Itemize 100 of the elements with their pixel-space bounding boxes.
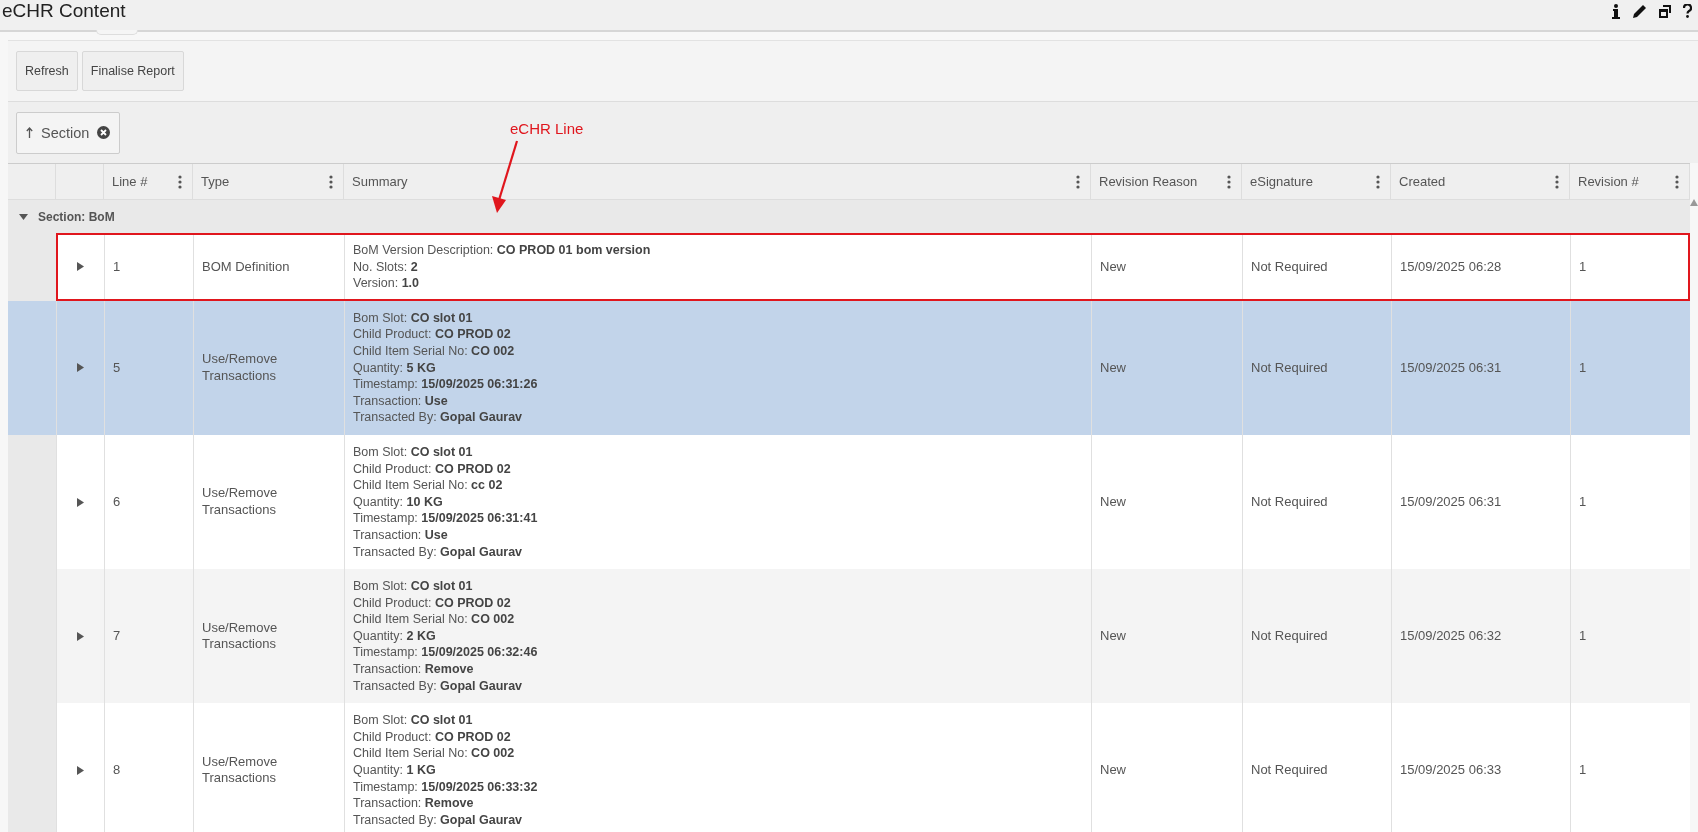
- remove-icon[interactable]: [97, 126, 111, 139]
- table-cell: 6: [113, 493, 121, 511]
- group-chip[interactable]: Section: [16, 111, 121, 154]
- column-menu-icon[interactable]: [1227, 174, 1231, 189]
- table-cell: 7: [113, 627, 121, 645]
- table-cell: 15/09/2025 06:31: [1400, 493, 1502, 511]
- collapse-icon[interactable]: [19, 212, 28, 221]
- summary-line: Child Item Serial No: CO 002: [353, 342, 515, 360]
- column-header[interactable]: Line #: [112, 174, 148, 189]
- table-cell: 15/09/2025 06:32: [1400, 627, 1502, 645]
- summary-line: Transacted By: Gopal Gaurav: [353, 677, 523, 695]
- expand-icon[interactable]: [77, 765, 84, 775]
- scroll-up-icon[interactable]: [1690, 199, 1698, 206]
- column-menu-icon[interactable]: [329, 174, 333, 189]
- summary-line: Transaction: Use: [353, 392, 448, 410]
- table-cell: 1: [113, 258, 121, 276]
- summary-line: Transacted By: Gopal Gaurav: [353, 409, 523, 426]
- sort-up-icon: [26, 127, 33, 138]
- table-cell: Not Required: [1251, 359, 1328, 377]
- column-header[interactable]: Revision #: [1578, 174, 1639, 189]
- column-header[interactable]: Revision Reason: [1099, 174, 1198, 189]
- summary-line: Transaction: Remove: [353, 661, 474, 678]
- summary-line: Quantity: 5 KG: [353, 359, 436, 377]
- group-row[interactable]: Section: BoM: [8, 200, 1690, 233]
- column-header[interactable]: Type: [201, 174, 230, 189]
- table-cell: 15/09/2025 06:28: [1400, 258, 1502, 276]
- table-cell: Not Required: [1251, 258, 1328, 276]
- summary-line: Timestamp: 15/09/2025 06:31:41: [353, 510, 538, 527]
- column-header[interactable]: Summary: [352, 174, 408, 189]
- summary-line: Child Item Serial No: cc 02: [353, 477, 503, 494]
- table-cell: 1: [1579, 627, 1587, 645]
- row-gutter: [8, 233, 56, 301]
- table-cell: 15/09/2025 06:31: [1400, 359, 1502, 377]
- table-cell: New: [1100, 762, 1126, 779]
- annotation-label: eCHR Line: [510, 120, 584, 137]
- summary-line: Quantity: 1 KG: [353, 762, 436, 779]
- summary-line: Child Product: CO PROD 02: [353, 326, 511, 343]
- summary-line: Transaction: Use: [353, 526, 448, 544]
- summary-line: Timestamp: 15/09/2025 06:32:46: [353, 644, 538, 662]
- summary-line: Transaction: Remove: [353, 795, 474, 812]
- table-cell: New: [1100, 493, 1126, 511]
- summary-line: Transacted By: Gopal Gaurav: [353, 811, 523, 829]
- table-cell: 5: [113, 359, 121, 377]
- table-cell: New: [1100, 627, 1126, 645]
- table-cell: 1: [1579, 258, 1587, 276]
- table-cell-text: Use/Remove Transactions: [202, 619, 279, 653]
- table-cell: BOM Definition: [202, 258, 290, 276]
- summary-line: Quantity: 2 KG: [353, 627, 436, 645]
- column-menu-icon[interactable]: [1555, 174, 1559, 189]
- summary-line: Child Product: CO PROD 02: [353, 728, 511, 746]
- pencil-icon[interactable]: [1632, 3, 1647, 19]
- tab-handle[interactable]: [96, 30, 138, 35]
- expand-icon[interactable]: [77, 262, 84, 272]
- restore-window-icon[interactable]: [1659, 4, 1671, 18]
- table-cell-text: Use/Remove Transactions: [202, 753, 279, 787]
- column-menu-icon[interactable]: [1675, 174, 1679, 189]
- table-cell: 1: [1579, 493, 1587, 511]
- chip-label: Section: [41, 124, 90, 141]
- table-cell: 1: [1579, 762, 1587, 779]
- toolbar-button[interactable]: Refresh: [16, 51, 78, 91]
- expand-icon[interactable]: [77, 497, 84, 507]
- summary-line: No. Slots: 2: [353, 258, 418, 276]
- column-menu-icon[interactable]: [178, 174, 182, 189]
- table-cell: Not Required: [1251, 627, 1328, 645]
- expand-icon[interactable]: [77, 631, 84, 641]
- help-icon[interactable]: [1683, 4, 1692, 18]
- toolbar-button[interactable]: Finalise Report: [81, 51, 184, 91]
- table-cell: New: [1100, 359, 1126, 377]
- group-label: Section: BoM: [38, 209, 115, 224]
- column-header[interactable]: Created: [1399, 174, 1446, 189]
- summary-line: BoM Version Description: CO PROD 01 bom version: [353, 242, 651, 259]
- summary-line: Timestamp: 15/09/2025 06:31:26: [353, 376, 538, 393]
- column-menu-icon[interactable]: [1376, 174, 1380, 189]
- table-cell: 8: [113, 762, 121, 779]
- info-icon[interactable]: [1612, 3, 1620, 19]
- column-header[interactable]: eSignature: [1250, 174, 1313, 189]
- summary-line: Quantity: 10 KG: [353, 493, 443, 511]
- summary-line: Child Item Serial No: CO 002: [353, 611, 515, 628]
- column-menu-icon[interactable]: [1076, 174, 1080, 189]
- table-row[interactable]: [8, 300, 1690, 435]
- summary-line: Timestamp: 15/09/2025 06:33:32: [353, 778, 538, 796]
- table-cell: 15/09/2025 06:33: [1400, 762, 1502, 779]
- table-cell: New: [1100, 258, 1126, 276]
- table-row[interactable]: 1 BOM Definition BoM Version Description: CO PROD 01 bom version No. Slots: 2 Version: 1.0 New Not Required 15/09/2025 06:28 1: [8, 233, 1690, 301]
- summary-line: Version: 1.0: [353, 275, 420, 292]
- table-cell: Not Required: [1251, 762, 1328, 779]
- table-cell: Not Required: [1251, 493, 1328, 511]
- table-cell-text: Use/Remove Transactions: [202, 485, 279, 519]
- summary-line: Bom Slot: CO slot 01: [353, 443, 473, 461]
- summary-line: Child Product: CO PROD 02: [353, 460, 511, 478]
- window-title: eCHR Content: [2, 0, 126, 22]
- summary-line: Child Product: CO PROD 02: [353, 594, 511, 612]
- expand-icon[interactable]: [77, 363, 84, 373]
- summary-line: Transacted By: Gopal Gaurav: [353, 543, 523, 561]
- summary-line: Bom Slot: CO slot 01: [353, 309, 473, 327]
- summary-line: Bom Slot: CO slot 01: [353, 578, 473, 595]
- summary-line: Child Item Serial No: CO 002: [353, 745, 515, 763]
- summary-line: Bom Slot: CO slot 01: [353, 712, 473, 729]
- table-cell: 1: [1579, 359, 1587, 377]
- table-cell-text: Use/Remove Transactions: [202, 351, 279, 385]
